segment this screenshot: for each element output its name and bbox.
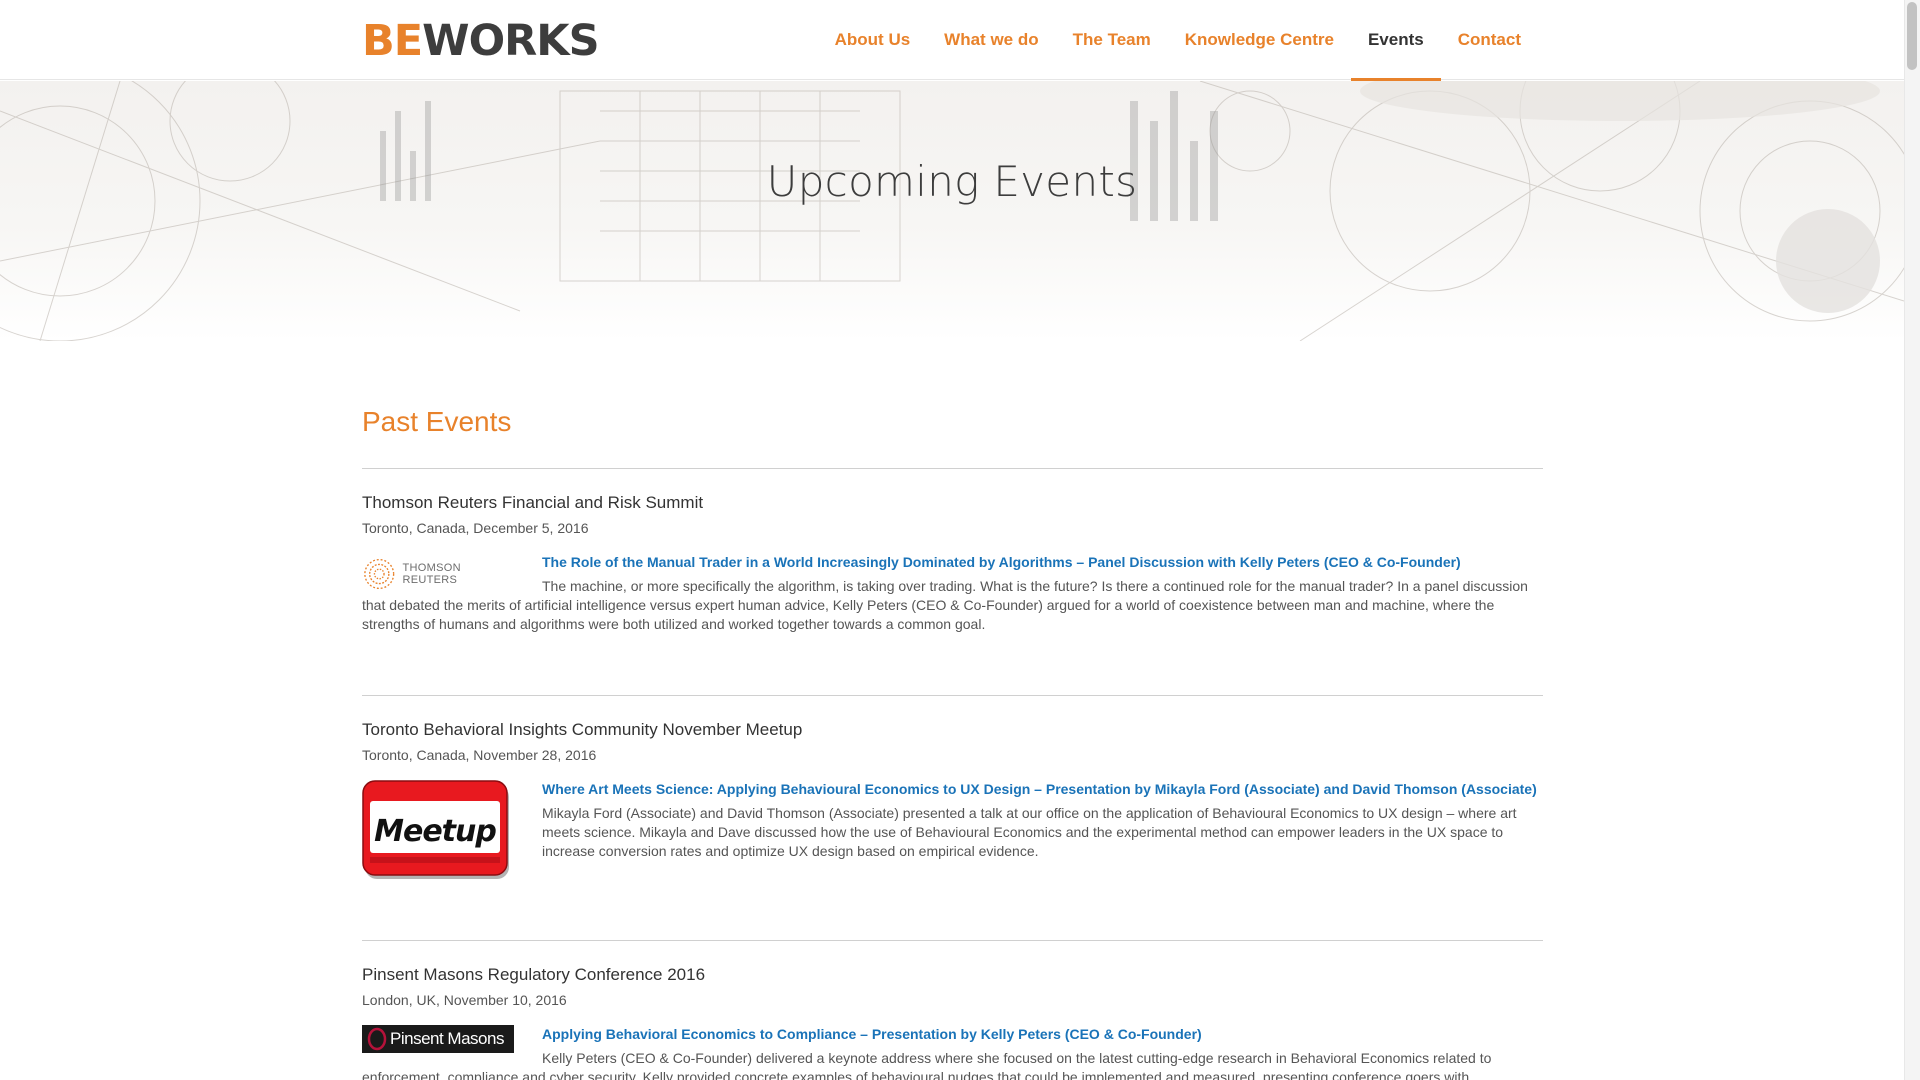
pinsent-masons-logo: Pinsent Masons xyxy=(362,1025,514,1053)
hero-banner: Upcoming Events xyxy=(0,81,1904,341)
event-title: Pinsent Masons Regulatory Conference 201… xyxy=(362,965,706,984)
event-item: Toronto Behavioral Insights Community No… xyxy=(362,695,1543,940)
page-scrollbar[interactable] xyxy=(1904,0,1920,1080)
hero-background-sketch xyxy=(0,81,1904,341)
nav-the-team[interactable]: The Team xyxy=(1056,0,1168,80)
events-content: Past Events Thomson Reuters Financial an… xyxy=(362,400,1543,1080)
nav-about-us[interactable]: About Us xyxy=(818,0,928,80)
site-header: BEWORKS About Us What we do The Team Kno… xyxy=(0,0,1904,81)
event-location-date: Toronto, Canada, December 5, 2016 xyxy=(362,520,589,536)
event-location-date: Toronto, Canada, November 28, 2016 xyxy=(362,747,597,763)
thomson-reuters-wordmark: THOMSON REUTERS xyxy=(402,562,461,586)
pinsent-masons-wordmark: Pinsent Masons xyxy=(390,1029,504,1048)
nav-contact[interactable]: Contact xyxy=(1441,0,1538,80)
event-title: Thomson Reuters Financial and Risk Summi… xyxy=(362,493,704,512)
event-body: Meetup Where Art Meets Science: Applying… xyxy=(362,780,1543,887)
thomson-reuters-logo: THOMSON REUTERS xyxy=(362,553,514,593)
past-events-heading: Past Events xyxy=(362,406,512,437)
event-body: Pinsent Masons Applying Behavioral Econo… xyxy=(362,1025,1543,1080)
event-body: THOMSON REUTERS The Role of the Manual T… xyxy=(362,553,1543,634)
nav-events[interactable]: Events xyxy=(1350,0,1441,81)
event-description: The machine, or more specifically the al… xyxy=(362,578,1528,632)
event-description: Mikayla Ford (Associate) and David Thoms… xyxy=(542,805,1517,859)
nav-what-we-do[interactable]: What we do xyxy=(927,0,1055,80)
logo-be: BE xyxy=(362,16,423,66)
event-link[interactable]: Where Art Meets Science: Applying Behavi… xyxy=(362,780,1543,799)
event-description: Kelly Peters (CEO & Co-Founder) delivere… xyxy=(362,1050,1492,1080)
event-link[interactable]: The Role of the Manual Trader in a World… xyxy=(362,553,1543,572)
meetup-wordmark: Meetup xyxy=(374,814,497,849)
main-nav: About Us What we do The Team Knowledge C… xyxy=(818,0,1538,81)
beworks-logo[interactable]: BEWORKS xyxy=(362,16,600,66)
pinsent-masons-emblem-icon xyxy=(367,1027,387,1051)
scrollbar-thumb[interactable] xyxy=(1907,2,1917,70)
meetup-logo: Meetup xyxy=(362,780,514,887)
page-title: Upcoming Events xyxy=(766,157,1138,206)
event-item: Pinsent Masons Regulatory Conference 201… xyxy=(362,940,1543,1080)
event-item: Thomson Reuters Financial and Risk Summi… xyxy=(362,468,1543,695)
nav-knowledge-centre[interactable]: Knowledge Centre xyxy=(1168,0,1351,80)
thomson-reuters-globe-icon xyxy=(364,558,395,590)
event-title: Toronto Behavioral Insights Community No… xyxy=(362,720,803,739)
logo-works: WORKS xyxy=(422,16,599,66)
event-location-date: London, UK, November 10, 2016 xyxy=(362,992,567,1008)
event-link[interactable]: Applying Behavioral Economics to Complia… xyxy=(362,1025,1543,1044)
